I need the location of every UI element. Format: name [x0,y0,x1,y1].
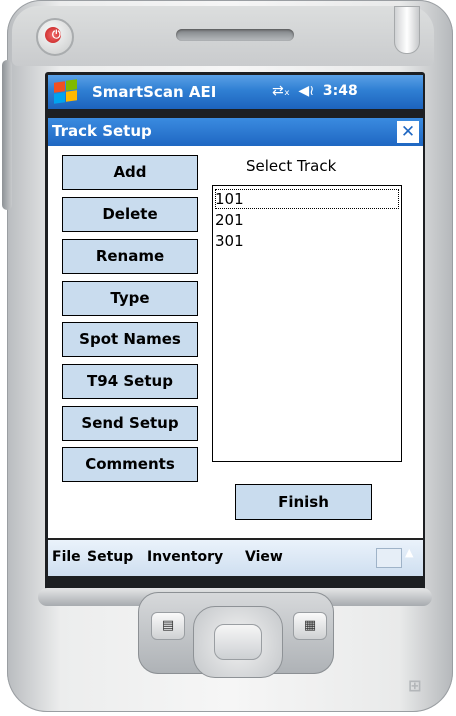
list-item[interactable]: 201 [215,210,399,230]
delete-button[interactable]: Delete [62,197,198,232]
app-title: SmartScan AEI [92,83,217,101]
status-area[interactable]: ⇄ₓ ◀≀ 3:48 [272,83,358,99]
window-title: Track Setup [52,122,152,140]
finish-button[interactable]: Finish [235,484,372,520]
side-button[interactable] [2,60,12,210]
windows-start-icon[interactable] [52,79,78,104]
menu-inventory[interactable]: Inventory [147,549,223,565]
contacts-hardware-button[interactable]: ▤ [151,612,185,640]
clock[interactable]: 3:48 [323,83,358,99]
menu-file[interactable]: File [52,549,81,565]
list-item[interactable]: 101 [215,189,399,209]
power-button[interactable]: ⏻ [36,18,74,56]
connectivity-icon[interactable]: ⇄ₓ [272,83,290,99]
dpad-center-button[interactable] [214,624,262,660]
comments-button[interactable]: Comments [62,447,198,482]
add-button[interactable]: Add [62,155,198,190]
calendar-hardware-button[interactable]: ▦ [293,612,327,640]
speaker-grille [176,29,294,41]
close-button[interactable]: ✕ [397,121,419,143]
t94-setup-button[interactable]: T94 Setup [62,364,198,399]
menu-view[interactable]: View [245,549,283,565]
track-listbox[interactable]: 101 201 301 [212,185,402,462]
type-button[interactable]: Type [62,281,198,316]
windows-logo-icon: ⊞ [408,676,422,695]
spot-names-button[interactable]: Spot Names [62,322,198,357]
menu-setup[interactable]: Setup [87,549,133,565]
input-arrow-icon[interactable]: ▲ [405,546,413,559]
send-setup-button[interactable]: Send Setup [62,406,198,441]
volume-icon[interactable]: ◀≀ [298,83,314,99]
select-track-label: Select Track [246,157,337,175]
list-item[interactable]: 301 [215,231,399,251]
stylus-slot [394,6,420,54]
power-icon: ⏻ [52,28,61,41]
keyboard-icon[interactable] [376,548,402,568]
rename-button[interactable]: Rename [62,239,198,274]
